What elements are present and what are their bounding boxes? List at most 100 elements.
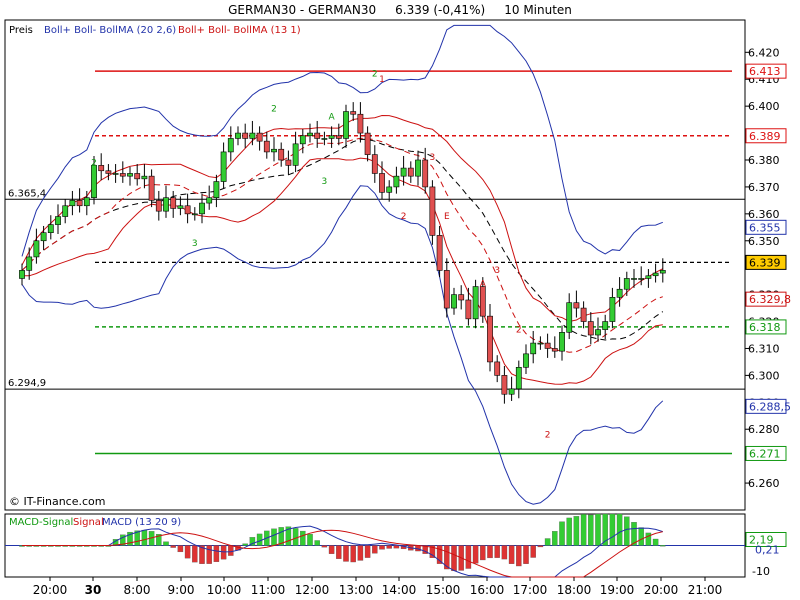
macd-hist-bar xyxy=(516,545,522,567)
candle-body xyxy=(177,205,184,209)
candle-body xyxy=(299,135,306,145)
macd-hist-bar xyxy=(343,545,349,562)
x-tick-label: 10:00 xyxy=(207,583,242,597)
macd-hist-bar xyxy=(372,545,378,554)
macd-hist-bar xyxy=(300,530,306,546)
candle-body xyxy=(551,348,558,352)
candle-body xyxy=(141,175,148,180)
macd-hist-bar xyxy=(357,545,364,561)
macd-value-label-2: 0,21 xyxy=(755,544,780,557)
candle-body xyxy=(609,297,616,322)
x-tick-label: 21:00 xyxy=(688,583,723,597)
macd-hist-bar xyxy=(566,517,572,546)
macd-hist-bar xyxy=(588,514,594,546)
candle-body xyxy=(321,138,328,140)
candle-body xyxy=(220,151,227,182)
candle-body xyxy=(343,111,349,139)
pattern-label: A xyxy=(480,280,487,290)
candle-body xyxy=(227,138,234,153)
macd-hist-bar xyxy=(573,516,580,546)
y-tick-label: 6.280 xyxy=(748,423,780,436)
candle-body xyxy=(530,342,537,355)
macd-hist-bar xyxy=(537,545,544,548)
candle-body xyxy=(148,175,155,201)
support-value-label: 6.318 xyxy=(749,321,781,334)
macd-hist-bar xyxy=(552,531,558,546)
candle-body xyxy=(602,321,609,330)
macd-hist-bar xyxy=(321,545,328,548)
candle-body xyxy=(47,224,54,233)
x-tick-label: 9:00 xyxy=(168,583,195,597)
macd-hist-bar xyxy=(170,545,176,548)
candle-body xyxy=(379,173,385,193)
candle-body xyxy=(465,299,472,320)
pattern-label: 2 xyxy=(372,70,378,80)
macd-hist-bar xyxy=(141,529,148,546)
candle-body xyxy=(98,165,105,172)
x-tick-label: 15:00 xyxy=(426,583,461,597)
candle-body xyxy=(436,235,443,271)
macd-hist-bar xyxy=(494,545,500,558)
copyright-label: © IT-Finance.com xyxy=(9,495,106,508)
candle-body xyxy=(155,200,162,212)
candle-body xyxy=(443,270,450,309)
macd-hist-bar xyxy=(177,545,184,553)
candle-body xyxy=(350,111,357,115)
candle-body xyxy=(249,132,256,139)
candle-body xyxy=(659,270,666,274)
y-tick-label: 6.310 xyxy=(748,342,780,355)
macd-hist-bar xyxy=(559,521,565,546)
candle-body xyxy=(595,329,601,336)
macd-hist-bar xyxy=(487,545,493,559)
x-tick-label: 20:00 xyxy=(644,583,679,597)
candle-body xyxy=(371,154,378,174)
candle-body xyxy=(544,342,551,349)
macd-hist-bar xyxy=(544,538,551,546)
x-tick-label: 11:00 xyxy=(251,583,286,597)
candle-body xyxy=(616,288,623,298)
macd-hist-bar xyxy=(328,545,335,554)
candle-body xyxy=(256,132,263,142)
candle-body xyxy=(206,197,213,204)
candle-body xyxy=(33,240,40,258)
pattern-label: 2 xyxy=(271,105,277,115)
candle-body xyxy=(559,332,565,352)
macd-hist-bar xyxy=(364,545,371,558)
macd-hist-bar xyxy=(530,545,536,558)
candle-body xyxy=(307,132,313,137)
pattern-label: A xyxy=(329,113,336,123)
candle-body xyxy=(415,159,421,177)
candle-body xyxy=(508,388,515,395)
candle-body xyxy=(523,353,529,368)
y-tick-label: 6.350 xyxy=(748,235,780,248)
candle-body xyxy=(112,173,119,175)
boll2-legend: Boll+ Boll- BollMA (13 1) xyxy=(178,25,301,36)
candle-body xyxy=(119,173,126,177)
macd-hist-bar xyxy=(163,541,169,546)
support-value-label: 6.271 xyxy=(749,447,781,460)
candle-body xyxy=(494,361,501,376)
candle-body xyxy=(537,342,544,345)
candle-body xyxy=(479,286,486,317)
main-panel-frame xyxy=(4,19,746,511)
y-tick-label: 6.300 xyxy=(748,369,780,382)
macd-hist-bar xyxy=(307,533,313,546)
reference-label: 6.294,9 xyxy=(8,378,46,389)
macd-hist-bar xyxy=(624,516,630,546)
y-tick-label: 6.420 xyxy=(748,46,780,59)
macd-hist-bar xyxy=(271,528,277,546)
candle-body xyxy=(55,216,61,225)
price-chart: 6.365,46.294,9 2323A2132 EA322 6.2606.280… xyxy=(4,19,791,597)
pattern-label: 3 xyxy=(430,153,436,163)
candle-body xyxy=(364,132,371,155)
candle-body xyxy=(235,132,241,139)
candle-body xyxy=(451,294,457,309)
candle-body xyxy=(429,186,436,236)
candle-body xyxy=(472,286,479,320)
macd-hist-bar xyxy=(480,545,486,561)
candle-body xyxy=(91,165,97,198)
macd-hist-bar xyxy=(350,545,356,563)
pattern-label: 3 xyxy=(192,239,198,249)
candle-body xyxy=(199,202,205,215)
candle-body xyxy=(487,315,493,363)
